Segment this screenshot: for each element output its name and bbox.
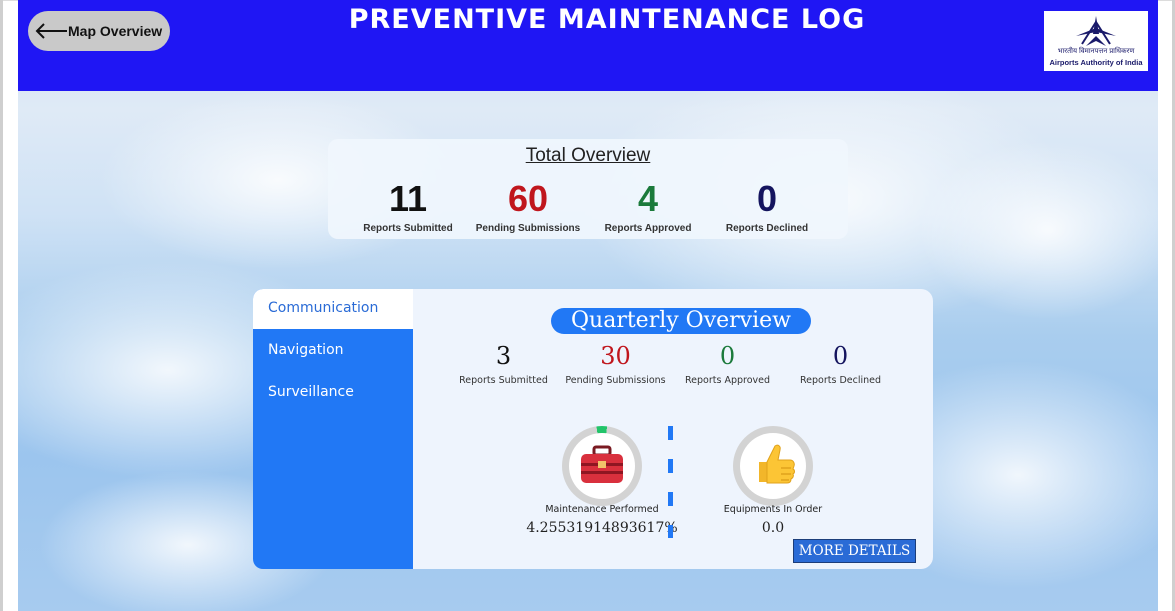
maintenance-performed-gauge [562,426,642,506]
total-submitted-value: 11 [388,178,428,219]
sidebar-item-label: Communication [268,300,379,316]
total-overview-title: Total Overview [525,145,651,166]
sidebar-item-label: Navigation [268,342,344,358]
quarter-stat-declined: 0 Reports Declined [784,341,897,386]
total-declined-value: 0 [756,178,778,219]
total-submitted-label: Reports Submitted [363,223,453,234]
logo-english-text: Airports Authority of India [1049,58,1143,67]
quarter-stat-pending: 30 Pending Submissions [559,341,672,386]
total-overview-card: Total Overview 11 Reports Submitted 60 P… [328,139,848,239]
quarter-submitted-value: 3 [495,342,512,370]
total-declined-label: Reports Declined [725,223,809,234]
total-approved-label: Reports Approved [604,223,692,234]
total-stat-pending: 60 Pending Submissions [468,178,588,235]
equipments-in-order-caption: Equipments In Order [723,504,823,515]
total-stat-approved: 4 Reports Approved [588,178,708,235]
sidebar-item-label: Surveillance [268,384,354,400]
page-background: Map Overview PREVENTIVE MAINTENANCE LOG … [18,0,1158,611]
quarter-declined-label: Reports Declined [799,375,882,386]
quarter-approved-value: 0 [719,342,736,370]
quarterly-overview-card: Quarterly Overview 3 Reports Submitted 3… [413,289,933,569]
sidebar-item-surveillance[interactable]: Surveillance [253,373,413,413]
airplane-logo-icon [1076,16,1116,46]
quarter-declined-value: 0 [832,342,849,370]
equipments-in-order-value: 0.0 [761,520,785,536]
sidebar-item-navigation[interactable]: Navigation [253,331,413,371]
quarter-stat-approved: 0 Reports Approved [671,341,784,386]
total-approved-value: 4 [637,178,659,219]
category-sidebar: Communication Navigation Surveillance [253,289,413,569]
quarter-pending-value: 30 [600,342,631,370]
quarter-submitted-label: Reports Submitted [459,375,548,386]
toolbox-icon [581,445,623,483]
thumbs-up-icon [759,444,795,484]
aai-logo: भारतीय विमानपत्तन प्राधिकरण Airports Aut… [1044,11,1148,71]
page-title: PREVENTIVE MAINTENANCE LOG [348,4,866,35]
logo-hindi-text: भारतीय विमानपत्तन प्राधिकरण [1057,48,1135,55]
quarter-pending-label: Pending Submissions [565,375,666,386]
quarter-stat-submitted: 3 Reports Submitted [447,341,560,386]
sidebar-item-communication[interactable]: Communication [253,289,413,329]
total-pending-label: Pending Submissions [475,223,581,234]
total-stat-declined: 0 Reports Declined [707,178,827,235]
equipments-in-order-gauge [733,426,813,506]
more-details-button[interactable]: MORE DETAILS [793,539,916,563]
maintenance-performed-caption: Maintenance Performed [545,504,659,515]
quarterly-overview-title: Quarterly Overview [551,308,811,334]
total-stat-submitted: 11 Reports Submitted [348,178,468,235]
quarter-approved-label: Reports Approved [684,375,771,386]
total-pending-value: 60 [507,178,549,219]
app-header: Map Overview PREVENTIVE MAINTENANCE LOG … [18,0,1158,91]
